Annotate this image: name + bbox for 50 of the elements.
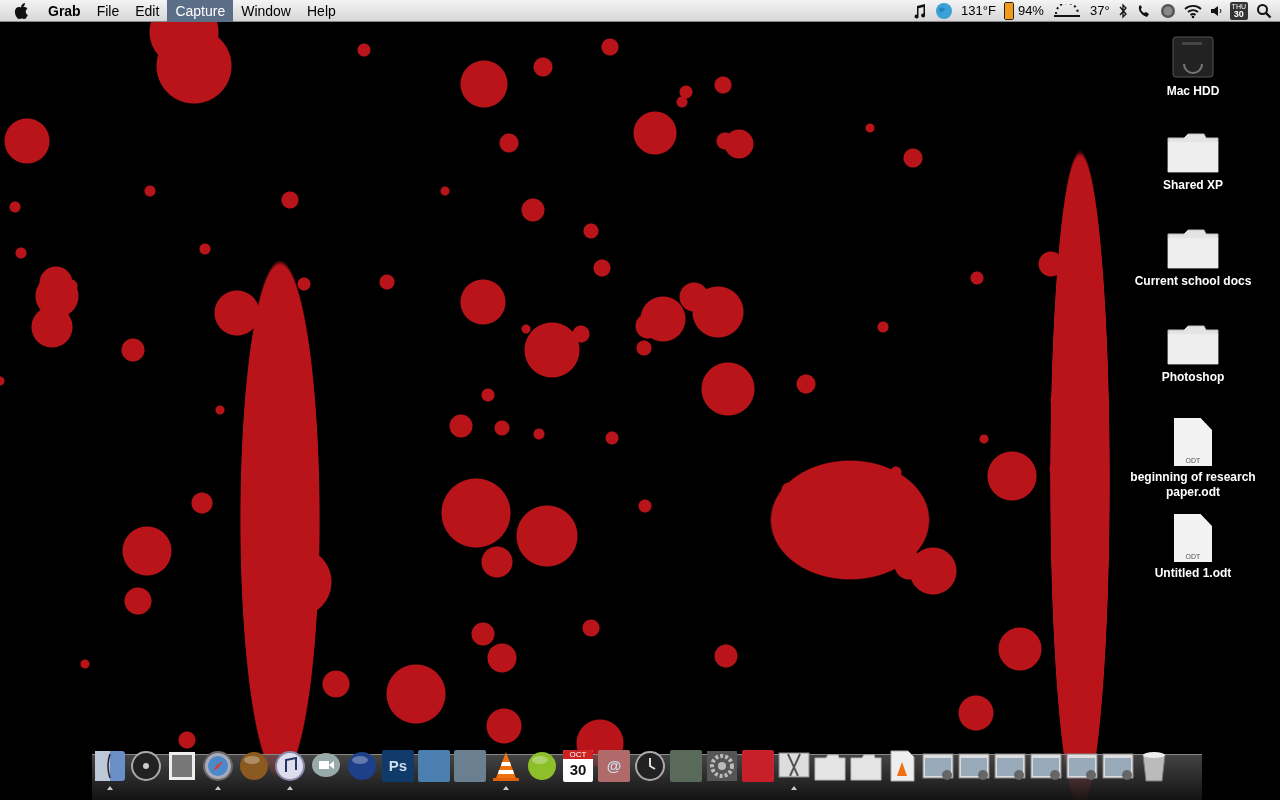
file-label[interactable]: Mac HDD (1166, 84, 1220, 99)
menu-item[interactable]: Edit (127, 0, 168, 22)
file-label[interactable]: Current school docs (1134, 274, 1252, 289)
calendar-icon[interactable]: OCT 30 (563, 750, 593, 782)
bluetooth-icon[interactable] (1117, 2, 1128, 19)
app-tile-icon[interactable] (454, 750, 486, 782)
clock-icon[interactable] (634, 750, 666, 782)
file-label[interactable]: Photoshop (1161, 370, 1225, 385)
window-thumbnail-icon[interactable] (1102, 750, 1134, 782)
file-label[interactable]: beginning of research paper.odt (1118, 470, 1268, 500)
file-label[interactable]: Shared XP (1163, 178, 1223, 193)
app-tile-icon[interactable] (670, 750, 702, 782)
stamp-icon[interactable] (166, 750, 198, 782)
folder-icon[interactable] (1166, 226, 1220, 270)
orb-icon[interactable] (238, 750, 270, 782)
hard-drive-icon[interactable] (1170, 34, 1216, 80)
folder-icon[interactable] (1166, 322, 1220, 366)
window-thumbnail-icon[interactable] (994, 750, 1026, 782)
app-menu[interactable]: Grab (40, 0, 89, 22)
menu-item[interactable]: Capture (167, 0, 234, 22)
record-icon[interactable] (1159, 2, 1176, 19)
compass-icon[interactable] (202, 750, 234, 782)
music-note-icon[interactable] (913, 2, 928, 19)
window-thumbnail-icon[interactable] (958, 750, 990, 782)
traffic-cone-icon[interactable] (490, 750, 522, 782)
weather-icon[interactable] (1051, 3, 1082, 18)
globe-icon[interactable] (935, 1, 954, 20)
app-tile-icon[interactable] (742, 750, 774, 782)
gear-icon[interactable] (706, 750, 738, 782)
window-thumbnail-icon[interactable] (1030, 750, 1062, 782)
status-text: 131°F (961, 1, 996, 20)
folder-icon[interactable] (1166, 130, 1220, 174)
window-thumbnail-icon[interactable] (922, 750, 954, 782)
menu-item[interactable]: Window (233, 0, 299, 22)
wifi-icon[interactable] (1183, 2, 1202, 19)
music-note-icon[interactable] (274, 750, 306, 782)
gauge-icon[interactable] (130, 750, 162, 782)
battery-percent: 94% (1017, 1, 1044, 20)
status-text: 37° (1089, 1, 1110, 20)
app-tile-icon[interactable]: Ps (382, 750, 414, 782)
finder-face-icon[interactable] (94, 750, 126, 782)
volume-icon[interactable] (1209, 3, 1222, 18)
search-icon[interactable] (1256, 2, 1272, 19)
orb-icon[interactable] (526, 750, 558, 782)
file-label[interactable]: Untitled 1.odt (1154, 566, 1232, 581)
menu-item[interactable]: Help (299, 0, 344, 22)
menu-item[interactable]: File (88, 0, 128, 22)
battery-icon[interactable] (1003, 1, 1014, 20)
app-tile-icon[interactable] (418, 750, 450, 782)
window-thumbnail-icon[interactable] (1066, 750, 1098, 782)
